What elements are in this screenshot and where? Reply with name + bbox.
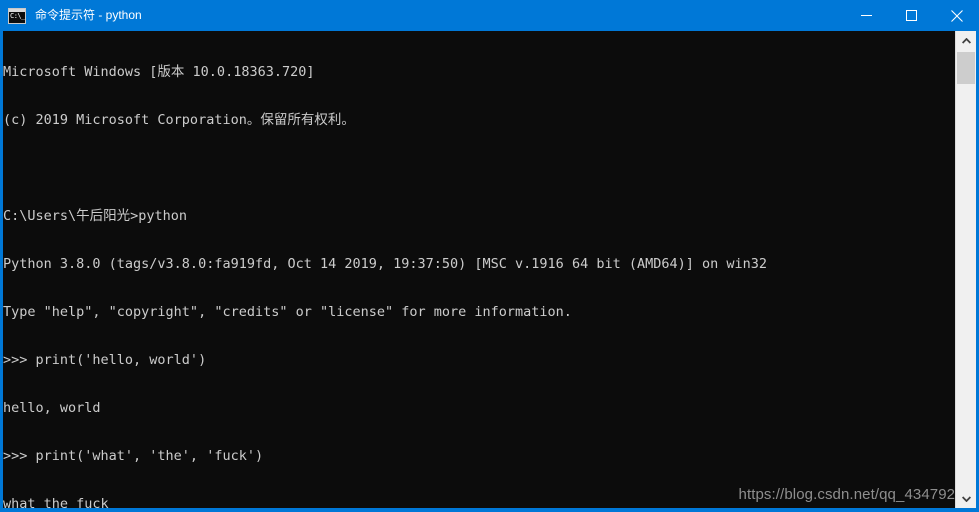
console-line: Python 3.8.0 (tags/v3.8.0:fa919fd, Oct 1…	[3, 256, 768, 272]
minimize-button[interactable]	[844, 0, 889, 31]
window-controls	[844, 0, 979, 31]
close-button[interactable]	[934, 0, 979, 31]
chevron-up-icon	[961, 37, 971, 44]
cmd-icon-prompt-text: C:\_	[10, 11, 25, 20]
console-line: Microsoft Windows [版本 10.0.18363.720]	[3, 64, 315, 80]
console-scrollbar[interactable]	[955, 31, 976, 508]
maximize-button[interactable]	[889, 0, 934, 31]
console-line: Type "help", "copyright", "credits" or "…	[3, 304, 572, 320]
chevron-down-icon	[961, 495, 971, 502]
maximize-icon	[906, 10, 917, 21]
watermark-url: https://blog.csdn.net/qq_43479203	[738, 486, 972, 503]
close-icon	[950, 9, 963, 22]
console-output-area[interactable]: Microsoft Windows [版本 10.0.18363.720] (c…	[3, 31, 976, 508]
console-line: (c) 2019 Microsoft Corporation。保留所有权利。	[3, 112, 355, 128]
cmd-console-icon: C:\_	[8, 7, 26, 24]
scrollbar-down-button[interactable]	[956, 489, 976, 508]
console-line: >>> print('hello, world')	[3, 352, 207, 368]
console-line: >>> print('what', 'the', 'fuck')	[3, 448, 264, 464]
window-title: 命令提示符 - python	[35, 8, 142, 22]
console-line: C:\Users\午后阳光>python	[3, 208, 188, 224]
scrollbar-up-button[interactable]	[956, 31, 976, 50]
cmd-window: C:\_ 命令提示符 - python Microsoft Windows [版…	[0, 0, 979, 512]
scrollbar-thumb[interactable]	[957, 52, 975, 84]
title-bar-left: C:\_ 命令提示符 - python	[0, 0, 844, 31]
console-line: hello, world	[3, 400, 101, 416]
minimize-icon	[861, 15, 872, 16]
title-bar[interactable]: C:\_ 命令提示符 - python	[0, 0, 979, 31]
console-text: Microsoft Windows [版本 10.0.18363.720] (c…	[3, 32, 953, 508]
